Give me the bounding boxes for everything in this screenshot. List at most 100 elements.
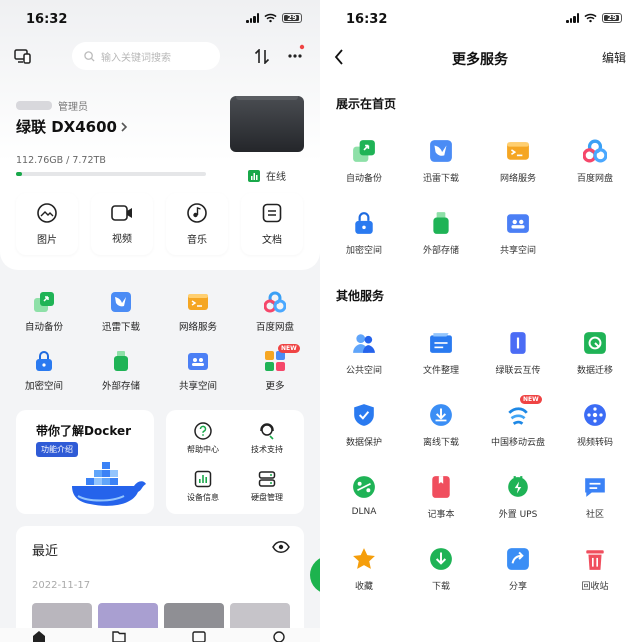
tool-device-info[interactable]: 设备信息 xyxy=(172,470,234,503)
more-menu-icon[interactable] xyxy=(286,44,306,64)
docker-intro-card[interactable]: 带你了解Docker 功能介绍 xyxy=(16,410,154,514)
search-input[interactable]: 输入关键词搜索 xyxy=(72,42,220,70)
lock-icon xyxy=(352,211,376,235)
service-shared-space[interactable]: 共享空间 xyxy=(166,350,230,392)
notebook-icon xyxy=(429,475,453,499)
service-tile[interactable]: DLNA xyxy=(327,475,401,517)
wifi-icon xyxy=(264,13,277,23)
service-label: 迅雷下载 xyxy=(422,174,459,184)
service-tile[interactable]: 记事本 xyxy=(404,475,478,520)
search-icon xyxy=(84,50,95,62)
service-tile[interactable]: NEW 中国移动云盘 xyxy=(481,395,555,448)
service-label: 回收站 xyxy=(581,582,609,592)
service-label: 百度网盘 xyxy=(255,322,294,333)
battery-icon: 29 xyxy=(282,13,302,23)
service-tile[interactable]: 公共空间 xyxy=(327,331,401,376)
quick-documents[interactable]: 文档 xyxy=(241,193,303,255)
status-time: 16:32 xyxy=(346,12,388,27)
tool-help-center[interactable]: 帮助中心 xyxy=(172,422,234,455)
service-tile[interactable]: 外部存储 xyxy=(404,211,478,256)
signal-icon xyxy=(566,13,579,23)
service-tile[interactable]: 分享 xyxy=(481,547,555,592)
quick-videos[interactable]: 视频 xyxy=(91,193,153,255)
service-label: 记事本 xyxy=(427,510,455,520)
thunder-bird-icon xyxy=(429,139,453,163)
quick-music[interactable]: 音乐 xyxy=(166,193,228,255)
eye-icon[interactable] xyxy=(272,541,290,553)
home-tab-icon[interactable] xyxy=(32,630,46,642)
new-badge: NEW xyxy=(278,344,300,353)
service-label: 文件整理 xyxy=(422,366,459,376)
tools-card: 帮助中心 技术支持 设备信息 硬盘管理 xyxy=(166,410,304,514)
service-tile[interactable]: 数据迁移 xyxy=(558,331,632,376)
dlna-icon xyxy=(352,475,376,499)
service-tile[interactable]: 社区 xyxy=(558,475,632,520)
baidu-cloud-icon xyxy=(582,139,608,163)
device-name: 绿联 DX4600 xyxy=(16,118,117,136)
service-tile[interactable]: 收藏 xyxy=(327,547,401,592)
service-tile[interactable]: 回收站 xyxy=(558,547,632,592)
china-mobile-cloud-icon: NEW xyxy=(506,395,542,427)
service-auto-backup[interactable]: 自动备份 xyxy=(12,291,76,333)
service-label: 网络服务 xyxy=(178,322,217,333)
transfer-icon[interactable] xyxy=(254,49,270,64)
edit-button[interactable]: 编辑 xyxy=(602,49,626,66)
service-thunder-download[interactable]: 迅雷下载 xyxy=(89,291,153,333)
profile-tab-icon[interactable] xyxy=(272,631,286,642)
service-encrypted-space[interactable]: 加密空间 xyxy=(12,350,76,392)
service-tile[interactable]: 自动备份 xyxy=(327,139,401,184)
service-more[interactable]: NEW 更多 xyxy=(243,344,307,392)
video-transcode-icon xyxy=(583,403,607,427)
floating-action-button[interactable] xyxy=(310,556,320,594)
tool-label: 硬盘管理 xyxy=(251,493,283,502)
shield-icon xyxy=(352,403,376,427)
shared-folder-icon xyxy=(188,353,208,370)
service-tile[interactable]: 文件整理 xyxy=(404,331,478,376)
transfer-card-icon xyxy=(506,331,530,355)
service-label: 分享 xyxy=(508,582,527,592)
album-tab-icon[interactable] xyxy=(192,631,206,642)
service-tile[interactable]: 共享空间 xyxy=(481,211,555,256)
nav-header: 更多服务 编辑 xyxy=(320,46,640,70)
signal-icon xyxy=(246,13,259,23)
service-tile[interactable]: 视频转码 xyxy=(558,403,632,448)
auto-backup-icon xyxy=(352,139,376,163)
quick-label: 文档 xyxy=(262,234,282,246)
tool-tech-support[interactable]: 技术支持 xyxy=(236,422,298,455)
thunder-bird-icon xyxy=(111,292,131,312)
devices-icon[interactable] xyxy=(14,48,32,64)
section-home-title: 展示在首页 xyxy=(336,97,397,111)
service-tile[interactable]: 绿联云互传 xyxy=(481,331,555,376)
page-title: 更多服务 xyxy=(452,52,508,68)
help-icon xyxy=(194,422,212,440)
usb-drive-icon xyxy=(429,211,453,235)
service-label: 百度网盘 xyxy=(576,174,613,184)
shared-folder-icon xyxy=(506,211,530,235)
service-network[interactable]: 网络服务 xyxy=(166,291,230,333)
service-label: 共享空间 xyxy=(499,246,536,256)
files-tab-icon[interactable] xyxy=(112,631,126,642)
quick-photos[interactable]: 图片 xyxy=(16,193,78,255)
service-tile[interactable]: 外置 UPS xyxy=(481,475,555,520)
service-tile[interactable]: 加密空间 xyxy=(327,211,401,256)
service-baidu-netdisk[interactable]: 百度网盘 xyxy=(243,291,307,333)
service-external-storage[interactable]: 外部存储 xyxy=(89,350,153,392)
download-arrow-icon xyxy=(429,547,453,571)
service-tile[interactable]: 迅雷下载 xyxy=(404,139,478,184)
star-icon xyxy=(352,547,376,571)
service-label: 外置 UPS xyxy=(498,510,538,520)
service-tile[interactable]: 离线下载 xyxy=(404,403,478,448)
device-name-link[interactable]: 绿联 DX4600 xyxy=(16,116,128,137)
service-tile[interactable]: 百度网盘 xyxy=(558,139,632,184)
service-tile[interactable]: 网络服务 xyxy=(481,139,555,184)
back-arrow-icon[interactable] xyxy=(334,49,344,65)
new-badge: NEW xyxy=(520,395,542,404)
service-label: 收藏 xyxy=(354,582,373,592)
tool-disk-management[interactable]: 硬盘管理 xyxy=(236,470,298,503)
status-bar: 16:32 29 xyxy=(0,0,320,40)
service-tile[interactable]: 下载 xyxy=(404,547,478,592)
service-tile[interactable]: 数据保护 xyxy=(327,403,401,448)
tool-label: 技术支持 xyxy=(251,445,283,454)
disk-icon xyxy=(258,471,276,487)
usb-drive-icon xyxy=(114,351,128,371)
